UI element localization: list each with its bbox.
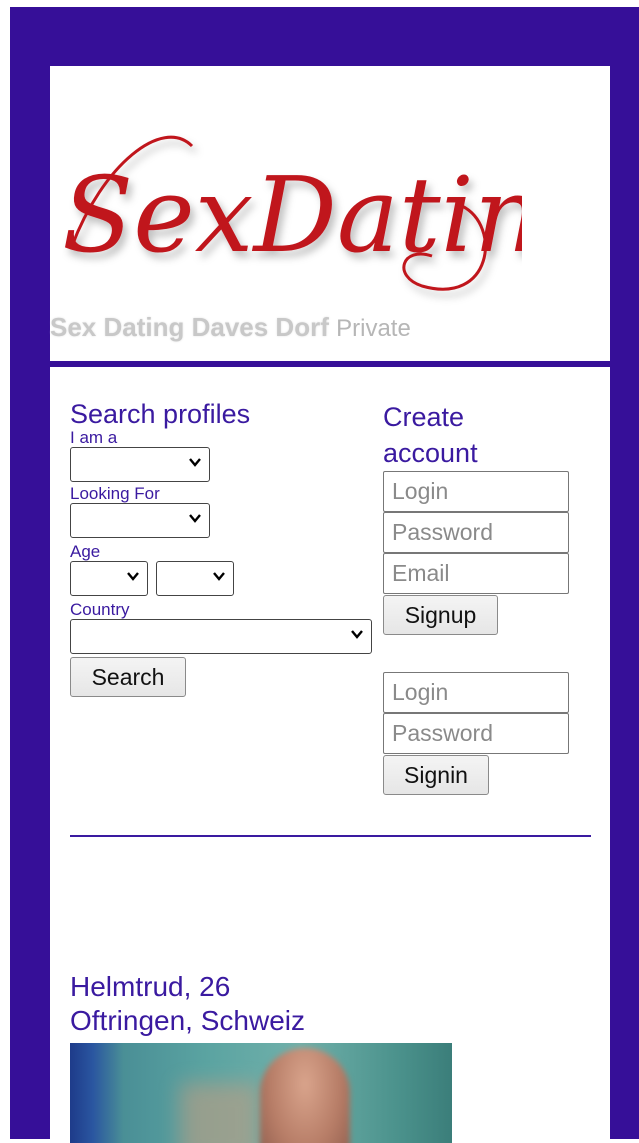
looking-for-select[interactable] [70,503,210,538]
site-tagline: Sex Dating Daves Dorf Private [50,312,411,343]
tagline-suffix: Private [336,315,411,342]
signup-login-input[interactable] [383,471,569,512]
photo-person-shape [260,1048,350,1143]
country-label: Country [70,600,130,619]
age-label: Age [70,542,101,561]
chevron-down-icon [189,514,201,523]
create-account-title-line2: account [383,438,478,468]
search-title: Search profiles [70,399,251,429]
age-from-select[interactable] [70,561,148,596]
tagline-name: Sex Dating Daves Dorf [50,312,329,342]
create-account-form: Create account Signup Signin [383,399,583,795]
age-to-select[interactable] [156,561,235,596]
chevron-down-icon [189,458,201,467]
chevron-down-icon [351,630,363,639]
signin-password-input[interactable] [383,713,569,754]
profile-name-age[interactable]: Helmtrud, 26 [70,970,230,1004]
signin-button[interactable]: Signin [383,755,489,795]
chevron-down-icon [127,572,139,581]
country-select[interactable] [70,619,372,654]
signup-email-input[interactable] [383,553,569,594]
search-profiles-form: Search profiles I am a Looking For Age C… [70,399,372,697]
signup-password-input[interactable] [383,512,569,553]
site-logo[interactable]: SexDating [62,106,522,306]
looking-for-label: Looking For [70,484,160,503]
i-am-label: I am a [70,428,118,447]
signin-login-input[interactable] [383,672,569,713]
signup-button[interactable]: Signup [383,595,498,635]
create-account-title: Create account [383,399,583,471]
main-content: Search profiles I am a Looking For Age C… [50,367,610,1143]
chevron-down-icon [213,572,226,581]
create-account-title-line1: Create [383,402,465,432]
i-am-select[interactable] [70,447,210,482]
logo-text: SexDating [62,154,522,276]
profile-photo[interactable] [70,1043,452,1143]
section-divider [70,835,591,837]
search-button[interactable]: Search [70,657,186,697]
site-header: SexDating Sex Dating Daves Dorf Private [50,66,610,361]
photo-blur-shape [180,1083,260,1143]
signin-form: Signin [383,672,583,795]
profile-location: Oftringen, Schweiz [70,1005,305,1036]
